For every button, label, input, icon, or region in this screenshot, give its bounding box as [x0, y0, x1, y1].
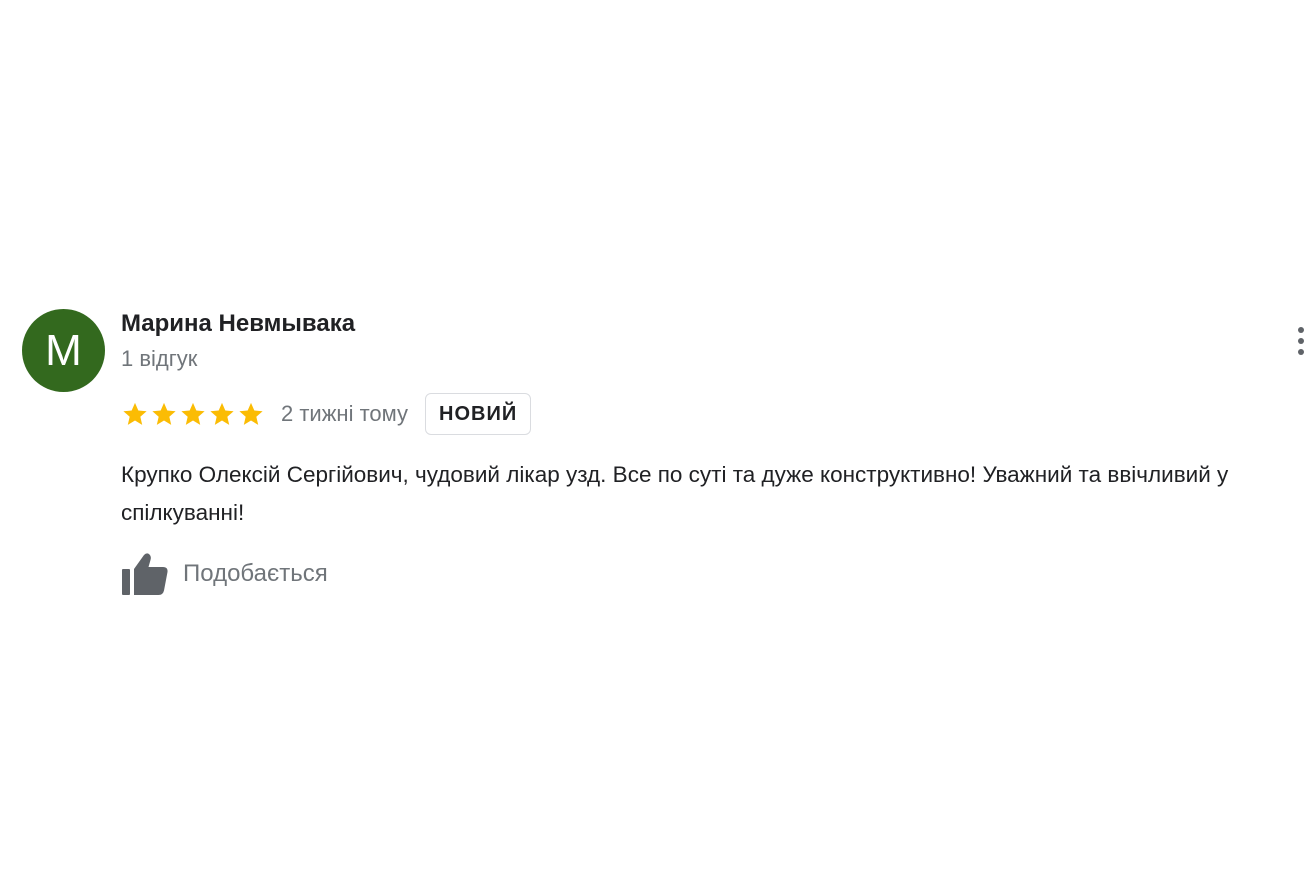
more-options-button[interactable] — [1290, 322, 1312, 360]
star-icon — [123, 402, 147, 425]
author-name[interactable]: Марина Невмывака — [121, 310, 355, 338]
review-time: 2 тижні тому — [281, 401, 409, 426]
star-icon — [152, 402, 176, 425]
avatar[interactable]: M — [22, 309, 105, 392]
more-vertical-icon — [1298, 327, 1304, 333]
rating-row: 2 тижні тому НОВИЙ — [121, 392, 532, 436]
star-rating — [121, 400, 265, 428]
star-icon — [181, 402, 205, 425]
author-review-count[interactable]: 1 відгук — [121, 346, 197, 372]
new-badge: НОВИЙ — [425, 393, 532, 435]
like-button[interactable]: Подобається — [121, 548, 328, 600]
thumbs-up-icon — [122, 553, 168, 595]
star-icon — [239, 402, 263, 425]
review-text: Крупко Олексій Сергійович, чудовий лікар… — [121, 462, 1229, 525]
star-icon — [210, 402, 234, 425]
like-label: Подобається — [183, 560, 328, 587]
review-card: M Марина Невмывака 1 відгук 2 тижні тому… — [0, 0, 1312, 888]
avatar-letter: M — [45, 325, 82, 375]
